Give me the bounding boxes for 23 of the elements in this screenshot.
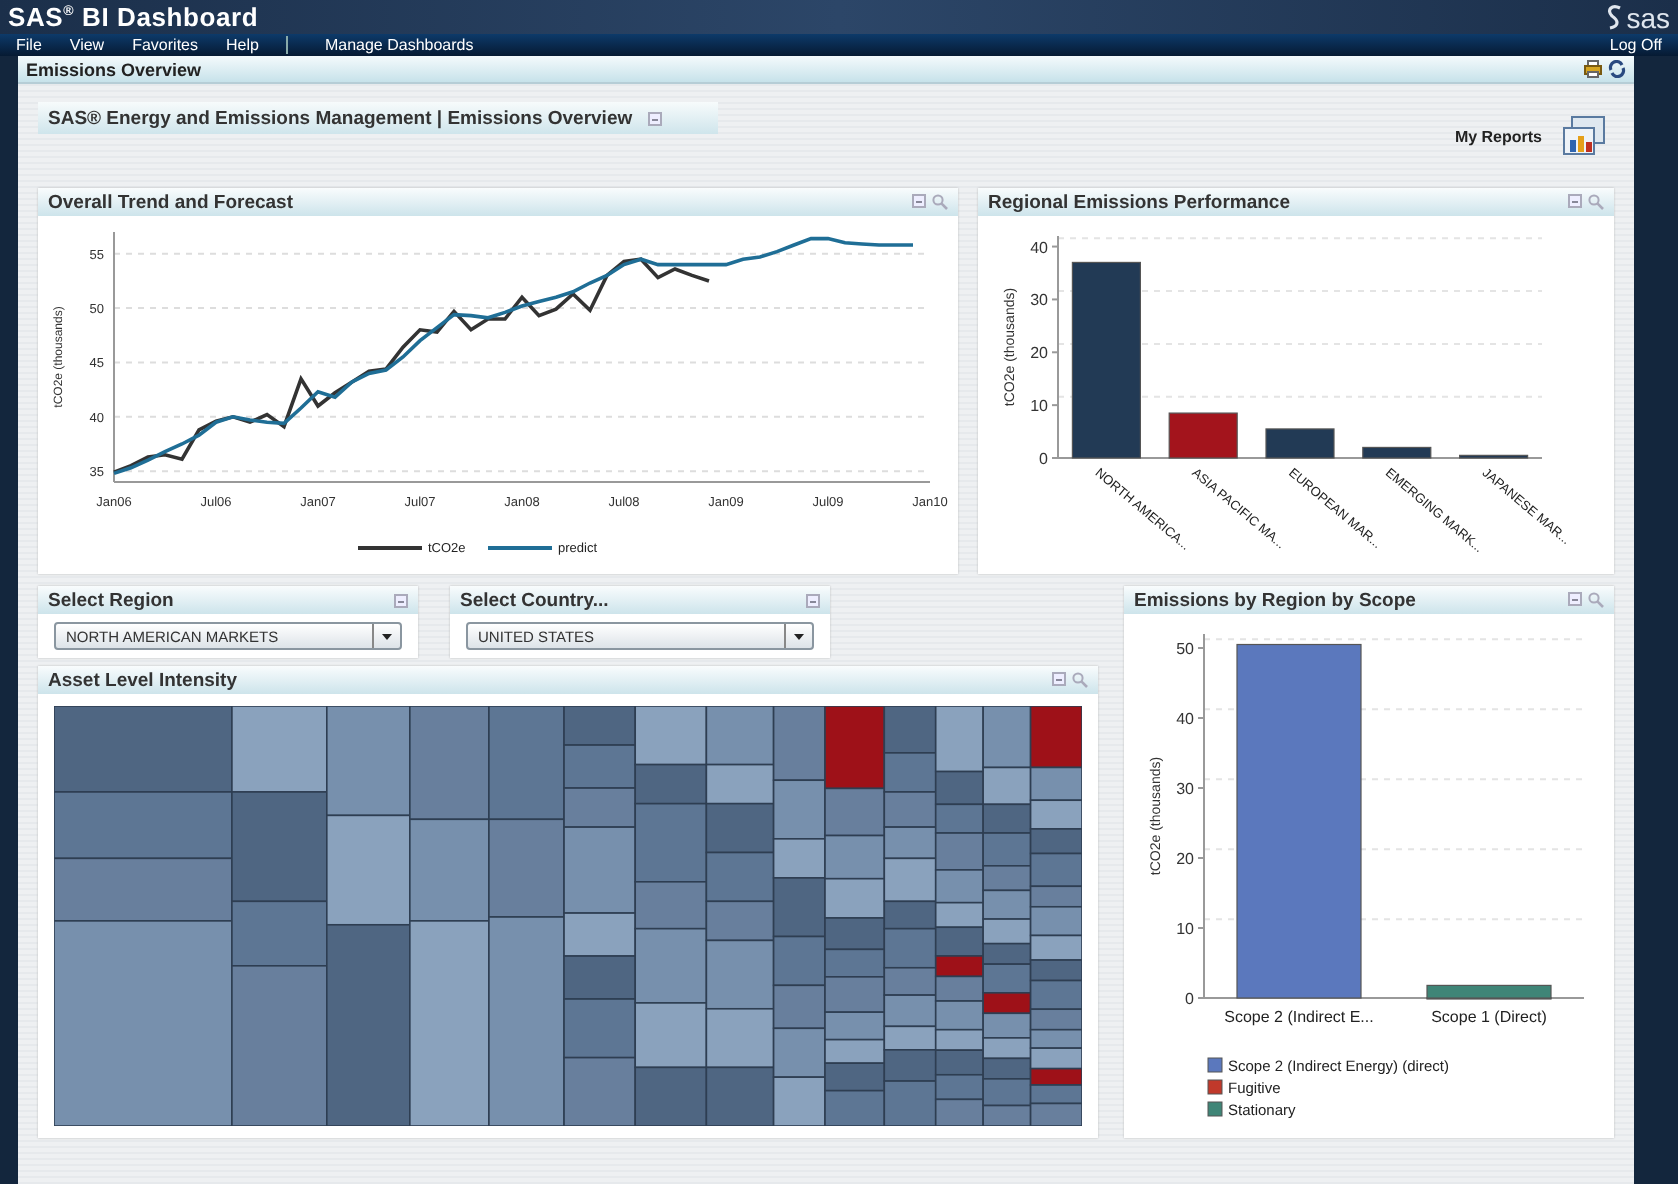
window-title: SAS$^{®}$ BI Dashboard — [8, 2, 259, 32]
panel-title: Select Region — [48, 589, 174, 611]
report-title: SAS® Energy and Emissions Management | Emissions Overview — [48, 107, 633, 129]
category-label: Scope 2 (Indirect E... — [1224, 1008, 1374, 1026]
panel-title: Regional Emissions Performance — [988, 191, 1290, 213]
axis-tick-label: 30 — [1030, 291, 1048, 310]
axis-tick-label: 40 — [1176, 710, 1194, 728]
axis-tick-label: 0 — [1039, 450, 1048, 468]
panel-title: Asset Level Intensity — [48, 669, 238, 691]
panel-title: Overall Trend and Forecast — [48, 191, 293, 213]
panel-title: Emissions by Region by Scope — [1134, 589, 1416, 611]
axis-tick-label: 10 — [1176, 920, 1194, 938]
logo-text: sas — [1626, 1, 1670, 33]
axis-tick-label: 20 — [1030, 344, 1048, 363]
category-label: Scope 1 (Direct) — [1431, 1008, 1547, 1026]
axis-tick-label: 50 — [1176, 640, 1194, 658]
axis-tick-label: 0 — [1185, 990, 1194, 1008]
axis-tick-label: 40 — [1030, 238, 1048, 257]
panel-title: Select Country... — [460, 589, 609, 611]
axis-tick-label: 20 — [1176, 850, 1194, 868]
axis-tick-label: 10 — [1030, 397, 1048, 416]
axis-tick-label: 30 — [1176, 780, 1194, 798]
page-title: Emissions Overview — [26, 59, 202, 79]
